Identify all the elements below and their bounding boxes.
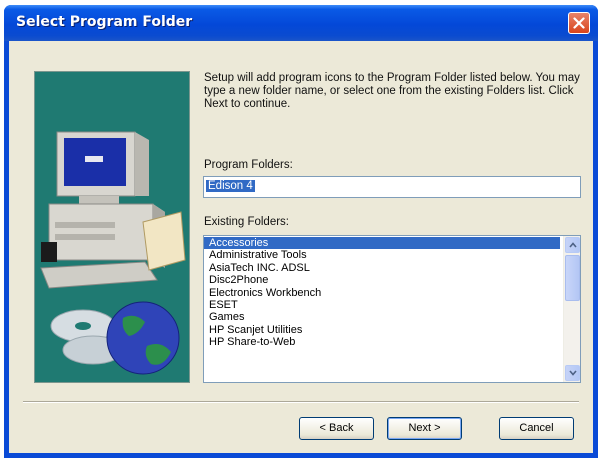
vertical-scrollbar[interactable] xyxy=(563,236,580,382)
folder-list-item[interactable]: AsiaTech INC. ADSL xyxy=(204,262,560,274)
window-title: Select Program Folder xyxy=(16,14,193,30)
back-button[interactable]: < Back xyxy=(299,417,374,440)
folder-list-item[interactable]: Electronics Workbench xyxy=(204,287,560,299)
program-folder-label: Program Folders: xyxy=(204,159,293,171)
title-bar[interactable]: Select Program Folder xyxy=(4,5,598,41)
button-separator xyxy=(23,401,579,403)
scroll-down-button[interactable] xyxy=(565,365,580,381)
folder-list-item[interactable]: Accessories xyxy=(204,237,560,250)
folder-list-item[interactable]: Disc2Phone xyxy=(204,274,560,286)
computer-globe-illustration-icon xyxy=(40,131,186,375)
scroll-thumb[interactable] xyxy=(565,255,580,301)
program-folder-value: Edison 4 xyxy=(206,180,255,192)
setup-illustration xyxy=(34,71,190,383)
setup-dialog-window: Select Program Folder Setup will add pro… xyxy=(4,5,598,458)
dialog-content: Setup will add program icons to the Prog… xyxy=(9,41,593,399)
program-folder-input[interactable]: Edison 4 xyxy=(203,176,581,198)
intro-text: Setup will add program icons to the Prog… xyxy=(204,72,580,110)
existing-folders-listbox[interactable]: Accessories Administrative Tools AsiaTech … xyxy=(203,235,581,383)
close-icon xyxy=(573,17,585,29)
folder-list-item[interactable]: HP Scanjet Utilities xyxy=(204,324,560,336)
folder-list-item[interactable]: Administrative Tools xyxy=(204,249,560,261)
next-button[interactable]: Next > xyxy=(387,417,462,440)
chevron-down-icon xyxy=(568,370,577,376)
folder-list-item[interactable]: Games xyxy=(204,311,560,323)
folder-list-item[interactable]: ESET xyxy=(204,299,560,311)
folder-list-item[interactable]: HP Share-to-Web xyxy=(204,336,560,348)
dialog-client-area: Setup will add program icons to the Prog… xyxy=(9,41,593,453)
scroll-up-button[interactable] xyxy=(565,237,580,253)
close-button[interactable] xyxy=(568,12,590,34)
chevron-up-icon xyxy=(568,242,577,248)
cancel-button[interactable]: Cancel xyxy=(499,417,574,440)
existing-folders-label: Existing Folders: xyxy=(204,216,290,228)
folder-list: Accessories Administrative Tools AsiaTech … xyxy=(204,237,560,349)
